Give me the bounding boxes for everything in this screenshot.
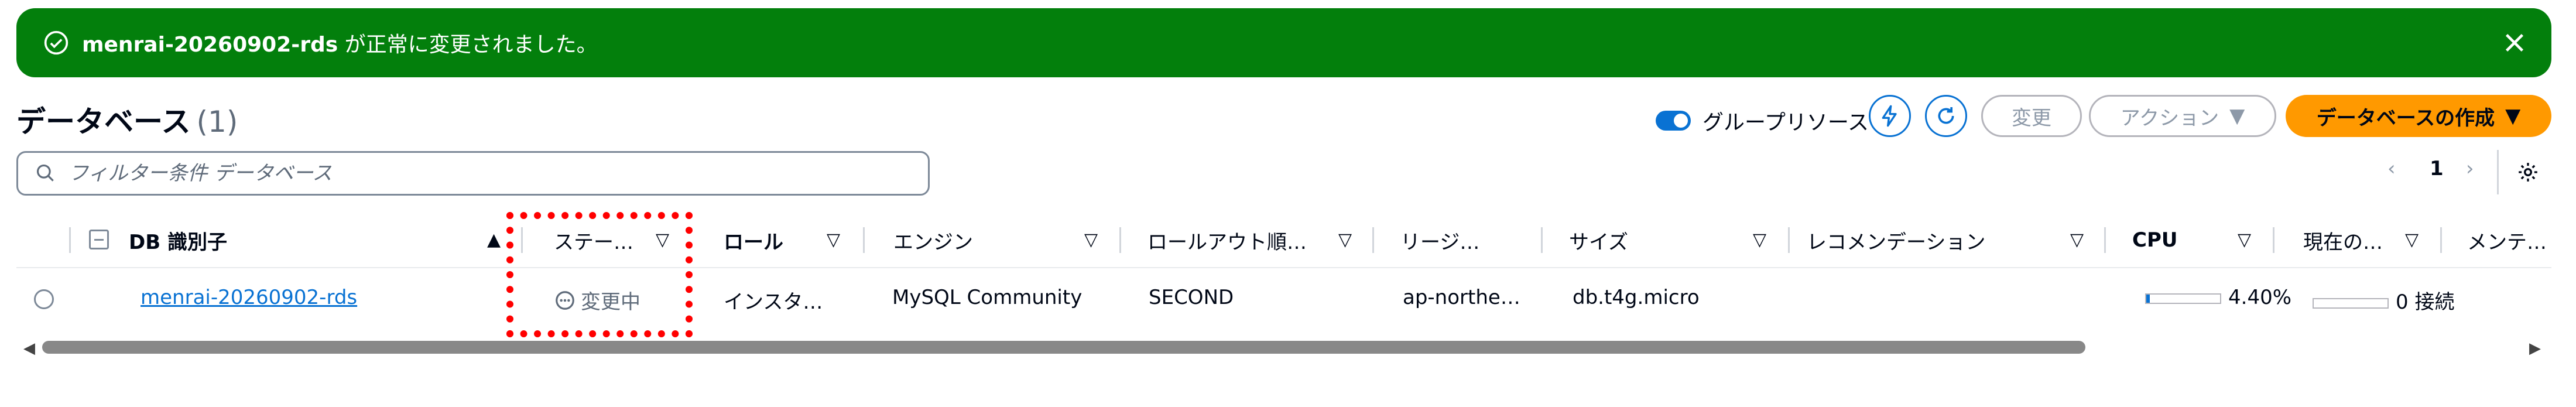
success-flash-banner: menrai-20260902-rds が正常に変更されました。	[16, 8, 2551, 77]
column-divider	[1372, 227, 1374, 253]
search-icon	[36, 164, 54, 182]
success-check-icon	[44, 30, 68, 55]
column-header-connections[interactable]: 現在の…	[2303, 217, 2383, 264]
db-identifier-link[interactable]: menrai-20260902-rds	[141, 286, 357, 309]
column-divider	[863, 227, 865, 253]
create-database-label: データベースの作成	[2316, 106, 2495, 130]
caret-down-icon: ▼	[2229, 104, 2245, 128]
close-icon[interactable]	[2501, 29, 2528, 56]
prev-page-icon[interactable]: ‹	[2387, 157, 2396, 180]
toggle-switch[interactable]	[1656, 111, 1691, 131]
sort-icon[interactable]: ▽	[2238, 230, 2251, 250]
column-header-maintenance[interactable]: メンテ…	[2467, 217, 2547, 264]
column-divider	[1119, 227, 1121, 253]
scroll-right-arrow-icon[interactable]: ▶	[2529, 340, 2541, 357]
settings-gear-icon[interactable]	[2516, 160, 2540, 184]
resource-count: (1)	[196, 105, 238, 139]
column-header-engine[interactable]: エンジン	[893, 217, 973, 264]
create-database-button[interactable]: データベースの作成 ▼	[2286, 95, 2551, 137]
sort-icon[interactable]: ▽	[2070, 230, 2084, 250]
column-header-cpu[interactable]: CPU	[2132, 217, 2177, 264]
status-highlight-annotation	[506, 212, 693, 337]
pagination-divider	[2497, 150, 2499, 194]
rollout-cell: SECOND	[1149, 286, 1234, 309]
connections-bar	[2313, 297, 2389, 309]
column-divider	[69, 227, 71, 253]
cpu-usage-fill	[2146, 294, 2150, 303]
group-resources-label: グループリソース	[1703, 111, 1869, 135]
group-resources-toggle[interactable]: グループリソース	[1656, 105, 1869, 136]
sort-icon[interactable]: ▽	[1753, 230, 1766, 250]
column-header-role[interactable]: ロール	[724, 217, 783, 264]
cpu-usage-bar	[2145, 293, 2221, 304]
column-header-rollout[interactable]: ロールアウト順…	[1147, 217, 1307, 264]
connections-cell: 0 接続	[2313, 286, 2454, 314]
column-header-db-id[interactable]: DB 識別子	[129, 217, 227, 264]
size-cell: db.t4g.micro	[1573, 286, 1700, 309]
sort-icon[interactable]: ▽	[827, 230, 840, 250]
filter-search-box[interactable]	[16, 151, 930, 196]
cpu-cell: 4.40%	[2145, 286, 2291, 309]
sort-icon[interactable]: ▽	[1338, 230, 1352, 250]
collapse-all-icon[interactable]	[89, 230, 109, 249]
refresh-button[interactable]	[1925, 95, 1967, 137]
banner-message: menrai-20260902-rds が正常に変更されました。	[82, 33, 598, 57]
header-divider	[16, 267, 2551, 268]
column-divider	[1541, 227, 1543, 253]
column-header-recommendation[interactable]: レコメンデーション	[1807, 217, 1985, 264]
horizontal-scrollbar[interactable]	[42, 341, 2085, 354]
lightning-button[interactable]	[1869, 95, 1911, 137]
modify-button[interactable]: 変更	[1981, 95, 2082, 137]
actions-label: アクション	[2120, 106, 2219, 130]
column-divider	[2104, 227, 2106, 253]
connections-value: 0 接続	[2396, 290, 2455, 314]
caret-down-icon: ▼	[2505, 104, 2521, 128]
sort-ascending-icon[interactable]: ▲	[487, 230, 501, 250]
sort-icon[interactable]: ▽	[1084, 230, 1098, 250]
actions-button[interactable]: アクション ▼	[2089, 95, 2276, 137]
refresh-icon	[1938, 107, 1954, 124]
page-title: データベース (1)	[16, 105, 238, 139]
scroll-left-arrow-icon[interactable]: ◀	[23, 340, 35, 357]
region-cell: ap-northe…	[1403, 286, 1520, 309]
row-select-radio[interactable]	[34, 289, 54, 309]
table-header: DB 識別子 ▲ ステー… ▽ ロール ▽ エンジン ▽ ロールアウト順… ▽ …	[16, 217, 2551, 264]
column-divider	[2273, 227, 2274, 253]
column-header-size[interactable]: サイズ	[1569, 217, 1628, 264]
role-cell: インスタ…	[724, 290, 823, 314]
column-header-region[interactable]: リージ…	[1400, 217, 1479, 264]
cpu-value: 4.40%	[2228, 286, 2292, 309]
sort-icon[interactable]: ▽	[2405, 230, 2419, 250]
column-divider	[1788, 227, 1790, 253]
column-divider	[2440, 227, 2442, 253]
next-page-icon[interactable]: ›	[2466, 157, 2474, 180]
search-input[interactable]	[67, 161, 889, 186]
page-number[interactable]: 1	[2430, 157, 2444, 180]
engine-cell: MySQL Community	[892, 286, 1083, 309]
lightning-icon	[1882, 105, 1897, 127]
